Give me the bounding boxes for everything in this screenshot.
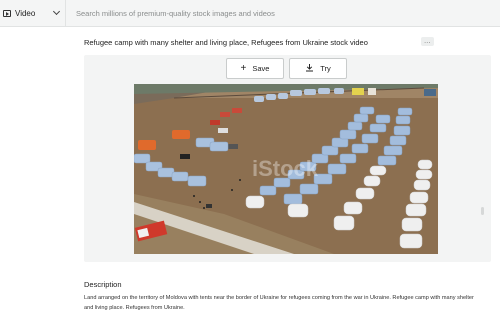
- chevron-down-icon: [52, 7, 61, 16]
- try-button[interactable]: Try: [289, 58, 347, 79]
- more-options-button[interactable]: ...: [421, 37, 434, 46]
- save-button[interactable]: + Save: [226, 58, 284, 79]
- description-heading: Description: [84, 280, 122, 289]
- video-icon: [3, 9, 11, 17]
- save-label: Save: [252, 64, 270, 73]
- asset-title: Refugee camp with many shelter and livin…: [84, 38, 368, 47]
- media-type-select[interactable]: Video: [0, 0, 66, 26]
- video-frame: iStock: [134, 84, 438, 254]
- scrollbar[interactable]: [481, 207, 484, 215]
- download-icon: [305, 63, 314, 75]
- description-text: Land arranged on the territory of Moldov…: [84, 295, 474, 311]
- top-bar: Video Search millions of premium-quality…: [0, 0, 500, 27]
- try-label: Try: [320, 64, 331, 73]
- plus-icon: +: [240, 62, 247, 74]
- search-input[interactable]: Search millions of premium-quality stock…: [66, 9, 275, 18]
- media-type-label: Video: [15, 8, 36, 18]
- video-preview[interactable]: iStock: [134, 84, 438, 254]
- left-rail: [0, 27, 67, 317]
- watermark: iStock: [252, 156, 319, 181]
